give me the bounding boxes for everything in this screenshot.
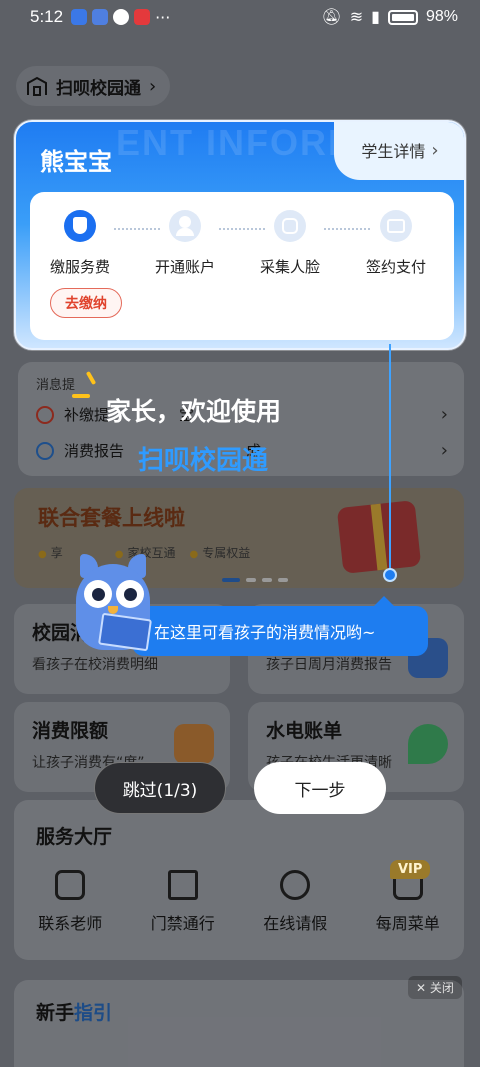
guide-section-title: 新手指引 — [36, 998, 112, 1025]
service-hall-title: 服务大厅 — [36, 826, 113, 848]
student-info-card[interactable]: ENT INFORMA 熊宝宝 学生详情 › 缴服务费 开通账户 采集人脸 签约… — [14, 120, 466, 350]
water-drop-icon — [408, 724, 448, 764]
notification-icon — [71, 9, 88, 25]
report-icon — [36, 441, 54, 460]
onboarding-steps: 缴服务费 开通账户 采集人脸 签约支付 去缴纳 — [30, 192, 454, 340]
service-label: 联系老师 — [38, 914, 103, 933]
skip-button[interactable]: 跳过(1/3) — [94, 762, 226, 814]
service-label: 门禁通行 — [150, 914, 215, 933]
school-building-icon — [27, 76, 47, 96]
service-leave-request[interactable]: 在线请假 — [245, 870, 345, 934]
wallet-yen-icon — [174, 724, 214, 764]
status-time: 5:12 — [30, 7, 64, 26]
step-face-capture: 采集人脸 — [240, 210, 340, 277]
face-scan-icon — [274, 210, 306, 242]
service-label: 在线请假 — [263, 914, 328, 933]
promo-tag: 专属权益 — [190, 544, 250, 561]
chat-icon — [113, 9, 130, 25]
vip-badge: VIP — [390, 860, 431, 879]
service-weekly-menu[interactable]: 每周菜单 — [358, 870, 458, 934]
step-label: 开通账户 — [154, 258, 215, 276]
next-step-button[interactable]: 下一步 — [254, 762, 386, 814]
guide-tooltip-text: 在这里可看孩子的消费情况哟~ — [154, 623, 376, 642]
guide-pointer-dot — [383, 568, 397, 582]
more-notifications-icon: ··· — [155, 7, 171, 27]
guide-title-accent: 指引 — [74, 1002, 113, 1024]
service-label: 每周菜单 — [375, 914, 440, 933]
service-gate-access[interactable]: 门禁通行 — [133, 870, 233, 934]
step-label: 采集人脸 — [259, 258, 320, 276]
leave-request-icon — [280, 870, 311, 900]
wifi-icon: ≋ — [349, 9, 364, 26]
sparkle-icon — [72, 394, 90, 398]
owl-mascot-icon — [72, 546, 154, 652]
signal-icon: ▮ — [371, 9, 380, 26]
welcome-text: 家长，欢迎使用 — [106, 397, 282, 426]
tile-title: 水电账单 — [266, 720, 343, 742]
tile-title: 消费限额 — [32, 720, 109, 742]
chevron-right-icon: › — [431, 139, 439, 161]
guide-section: 新手指引 — [14, 980, 464, 1067]
gift-box-icon — [336, 500, 422, 574]
step-open-account: 开通账户 — [135, 210, 235, 277]
step-label: 签约支付 — [365, 258, 426, 276]
contact-teacher-icon — [55, 870, 86, 900]
person-icon — [169, 210, 201, 242]
status-bar: 5:12 ··· 🔕︎ ≋ ▮ 98% — [0, 0, 480, 34]
guide-title-part: 新手 — [36, 1002, 75, 1024]
chevron-right-icon: › — [149, 75, 157, 97]
guide-pointer-line — [389, 344, 391, 576]
chevron-right-icon: › — [440, 440, 448, 461]
step-sign-payment: 签约支付 — [346, 210, 446, 277]
welcome-app-name: 扫呗校园通 — [138, 446, 269, 476]
guide-tooltip: 在这里可看孩子的消费情况哟~ — [132, 596, 428, 656]
school-entry[interactable]: 扫呗校园通 › — [16, 66, 171, 106]
tile-subtitle: 孩子日周月消费报告 — [266, 657, 392, 673]
mute-icon: 🔕︎ — [321, 9, 342, 26]
message-text: 消费报告 — [64, 442, 125, 460]
shield-yen-icon — [64, 210, 96, 242]
carousel-indicator — [222, 578, 288, 582]
battery-icon — [387, 9, 418, 25]
service-contact-teacher[interactable]: 联系老师 — [20, 870, 120, 934]
chevron-right-icon: › — [440, 404, 448, 425]
student-detail-label: 学生详情 — [361, 142, 426, 161]
pay-now-button[interactable]: 去缴纳 — [50, 288, 122, 318]
gate-access-icon — [167, 870, 198, 900]
tile-subtitle: 看孩子在校消费明细 — [32, 657, 158, 673]
step-label: 缴服务费 — [49, 258, 110, 276]
alert-icon — [36, 405, 54, 424]
notification-icon — [92, 9, 109, 25]
battery-level: 98% — [425, 8, 458, 25]
step-pay-service-fee: 缴服务费 — [30, 210, 130, 277]
app-notification-icon — [134, 9, 151, 25]
promo-title: 联合套餐上线啦 — [38, 506, 185, 530]
message-text: 补缴提 — [64, 406, 110, 424]
message-card-header: 消息提 — [36, 378, 76, 393]
card-icon — [380, 210, 412, 242]
promo-tag: 享 — [38, 544, 63, 561]
service-hall: 服务大厅 联系老师 门禁通行 在线请假 每周菜单 — [14, 800, 464, 960]
student-name: 熊宝宝 — [40, 148, 112, 176]
student-detail-link[interactable]: 学生详情 › — [334, 122, 464, 180]
school-name: 扫呗校园通 — [56, 78, 141, 99]
